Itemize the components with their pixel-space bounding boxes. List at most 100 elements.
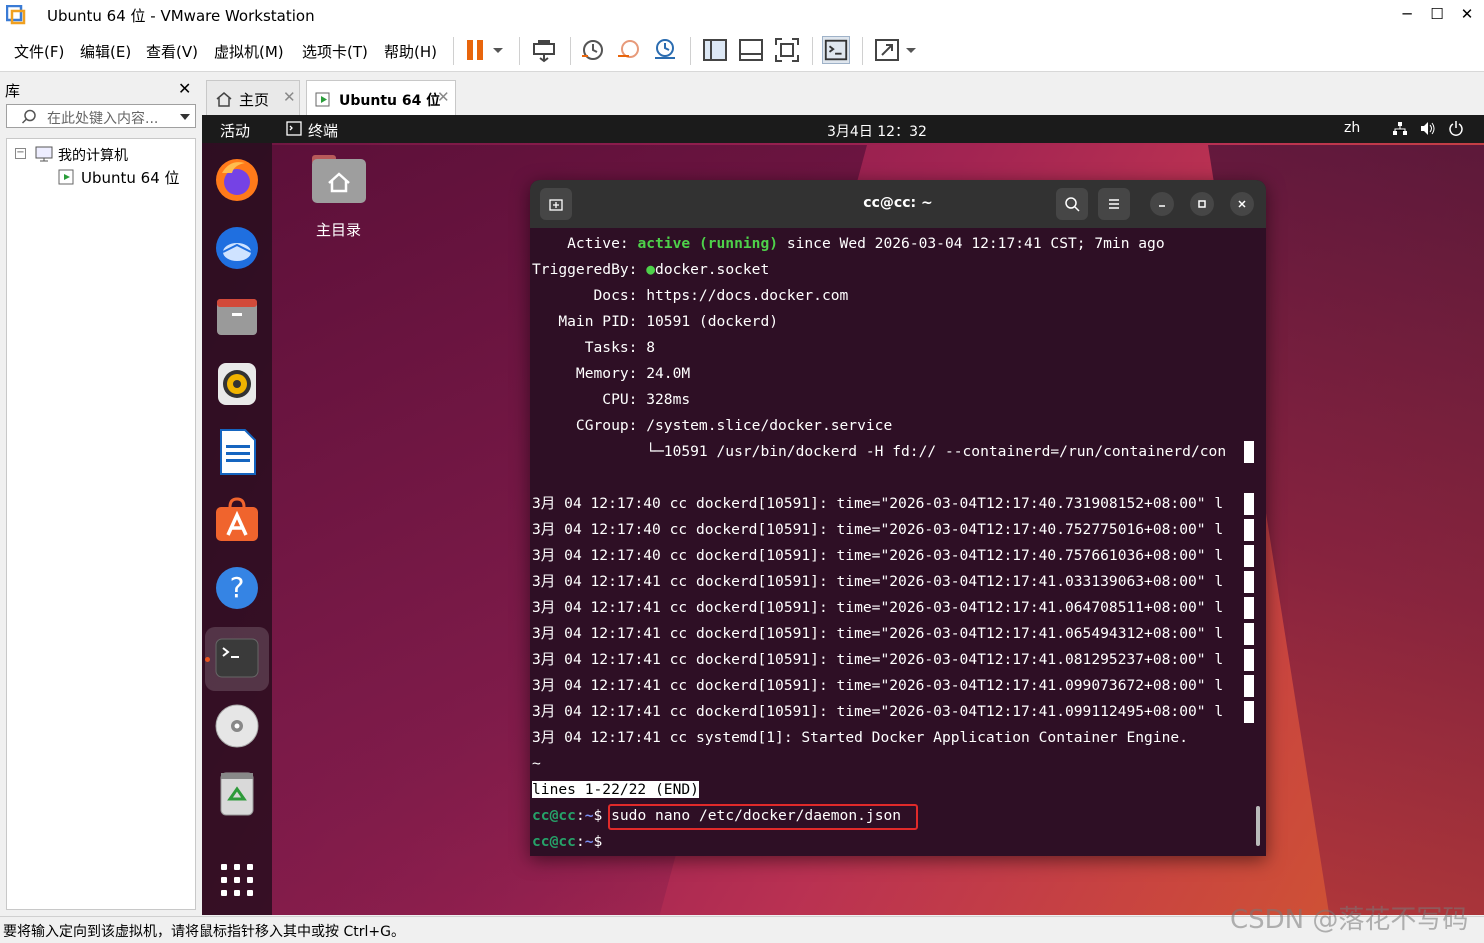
close-window-button[interactable]: ✕	[1452, 2, 1482, 26]
terminal-window[interactable]: cc@cc: ~ Active: active (running) since …	[530, 180, 1266, 856]
tree-root-my-computer[interactable]: 我的计算机	[58, 145, 128, 165]
send-ctrl-alt-del-icon[interactable]	[530, 36, 558, 64]
menu-help[interactable]: 帮助(H)	[384, 41, 437, 62]
menu-edit[interactable]: 编辑(E)	[80, 41, 131, 62]
maximize-icon	[1198, 200, 1206, 208]
network-icon[interactable]	[1392, 121, 1408, 136]
dvd-drive-icon[interactable]	[212, 701, 262, 751]
library-panel: 库 ✕ 在此处键入内容... − 我的计算机 Ubuntu 64 位	[0, 74, 200, 916]
output-line: Docs: https://docs.docker.com	[532, 287, 849, 304]
window-title: Ubuntu 64 位 - VMware Workstation	[47, 7, 315, 25]
firefox-icon[interactable]	[212, 155, 262, 205]
thunderbird-icon[interactable]	[212, 223, 262, 273]
line-truncation-marker	[1244, 701, 1254, 723]
pause-icon[interactable]	[462, 36, 490, 64]
log-line: 3月 04 12:17:41 cc dockerd[10591]: time="…	[532, 651, 1224, 668]
library-search-input[interactable]: 在此处键入内容...	[6, 104, 196, 128]
tab-ubuntu[interactable]: Ubuntu 64 位 ✕	[306, 80, 456, 116]
prompt-line-current: cc@cc:~$	[532, 833, 612, 850]
app-menu-terminal[interactable]: 终端	[308, 120, 338, 141]
log-line: 3月 04 12:17:41 cc dockerd[10591]: time="…	[532, 625, 1224, 642]
log-line: 3月 04 12:17:41 cc dockerd[10591]: time="…	[532, 677, 1224, 694]
terminal-close-button[interactable]	[1230, 192, 1254, 216]
activities-button[interactable]: 活动	[220, 120, 250, 141]
log-line: 3月 04 12:17:40 cc dockerd[10591]: time="…	[532, 495, 1224, 512]
power-icon[interactable]	[1448, 120, 1464, 136]
output-line: Main PID: 10591 (dockerd)	[532, 313, 779, 330]
terminal-maximize-button[interactable]	[1190, 192, 1214, 216]
search-icon	[1065, 197, 1080, 212]
volume-icon[interactable]	[1420, 121, 1436, 136]
tree-item-ubuntu[interactable]: Ubuntu 64 位	[81, 167, 180, 188]
libreoffice-writer-icon[interactable]	[212, 427, 262, 477]
revert-snapshot-icon[interactable]	[615, 36, 643, 64]
output-line: TriggeredBy: ●docker.socket	[532, 261, 770, 278]
minimize-icon	[1159, 205, 1165, 207]
vm-icon	[58, 169, 74, 185]
svg-text:?: ?	[230, 571, 245, 604]
tree-collapse-toggle[interactable]: −	[15, 148, 26, 159]
stretch-guest-icon[interactable]	[873, 36, 901, 64]
tab-home-label: 主页	[239, 91, 270, 109]
app-center-icon[interactable]	[212, 495, 262, 545]
terminal-scrollbar[interactable]	[1256, 806, 1260, 846]
search-dropdown-icon[interactable]	[179, 112, 191, 122]
home-icon	[216, 92, 232, 107]
log-line: 3月 04 12:17:41 cc dockerd[10591]: time="…	[532, 703, 1224, 720]
tab-bar: 主页 ✕ Ubuntu 64 位 ✕	[202, 74, 1484, 116]
show-apps-icon[interactable]	[212, 855, 262, 905]
ubuntu-dock: ?	[202, 143, 272, 915]
output-line: Tasks: 8	[532, 339, 656, 356]
rhythmbox-icon[interactable]	[212, 359, 262, 409]
line-truncation-marker	[1244, 597, 1254, 619]
tab-home[interactable]: 主页 ✕	[206, 80, 300, 116]
input-language-indicator[interactable]: zh	[1344, 120, 1360, 136]
full-screen-icon[interactable]	[773, 36, 801, 64]
terminal-output[interactable]: Active: active (running) since Wed 2026-…	[532, 228, 1254, 856]
menu-vm[interactable]: 虚拟机(M)	[214, 41, 284, 62]
log-line: 3月 04 12:17:41 cc dockerd[10591]: time="…	[532, 599, 1224, 616]
snapshot-icon[interactable]	[579, 36, 607, 64]
snapshot-manager-icon[interactable]	[651, 36, 679, 64]
terminal-search-button[interactable]	[1056, 188, 1088, 220]
library-title: 库	[5, 82, 21, 100]
window-titlebar: Ubuntu 64 位 - VMware Workstation ─ ☐ ✕	[0, 0, 1484, 30]
show-library-icon[interactable]	[701, 36, 729, 64]
stretch-dropdown-icon[interactable]	[903, 36, 919, 64]
library-close-button[interactable]: ✕	[178, 79, 191, 98]
minimize-button[interactable]: ─	[1392, 2, 1422, 26]
menu-view[interactable]: 查看(V)	[146, 41, 198, 62]
maximize-button[interactable]: ☐	[1422, 2, 1452, 26]
menu-file[interactable]: 文件(F)	[14, 41, 64, 62]
line-truncation-marker	[1244, 493, 1254, 515]
output-line: Active: active (running) since Wed 2026-…	[532, 235, 1165, 252]
pager-status: lines 1-22/22 (END)	[532, 781, 699, 798]
library-tree: − 我的计算机 Ubuntu 64 位	[6, 138, 196, 910]
log-line: 3月 04 12:17:41 cc dockerd[10591]: time="…	[532, 573, 1224, 590]
line-truncation-marker	[1244, 571, 1254, 593]
terminal-header: cc@cc: ~	[530, 180, 1266, 228]
vmware-logo-icon	[6, 5, 26, 25]
help-icon[interactable]: ?	[212, 563, 262, 613]
vm-display[interactable]: 活动 终端 3月4日 12：32 zh ? 主目录 cc@cc: ~ Activ…	[202, 115, 1484, 915]
terminal-minimize-button[interactable]	[1150, 192, 1174, 216]
terminal-app-icon	[286, 121, 302, 136]
terminal-dock-icon[interactable]	[212, 633, 262, 683]
highlight-box	[608, 804, 918, 830]
clock[interactable]: 3月4日 12：32	[827, 121, 927, 141]
pause-dropdown-icon[interactable]	[490, 36, 506, 64]
ubuntu-top-bar: 活动 终端 3月4日 12：32 zh	[202, 115, 1484, 143]
menu-tabs[interactable]: 选项卡(T)	[302, 41, 368, 62]
thumbnail-bar-icon[interactable]	[737, 36, 765, 64]
log-line: 3月 04 12:17:40 cc dockerd[10591]: time="…	[532, 547, 1224, 564]
tab-home-close-icon[interactable]: ✕	[283, 88, 296, 106]
trash-icon[interactable]	[212, 769, 262, 819]
output-line: ~	[532, 755, 541, 772]
tab-ubuntu-close-icon[interactable]: ✕	[437, 88, 450, 106]
files-icon[interactable]	[212, 291, 262, 341]
console-view-icon[interactable]	[822, 36, 850, 64]
home-folder-icon[interactable]	[310, 151, 368, 207]
output-line: CGroup: /system.slice/docker.service	[532, 417, 893, 434]
active-dot-icon: ●	[646, 261, 656, 278]
terminal-menu-button[interactable]	[1098, 188, 1130, 220]
